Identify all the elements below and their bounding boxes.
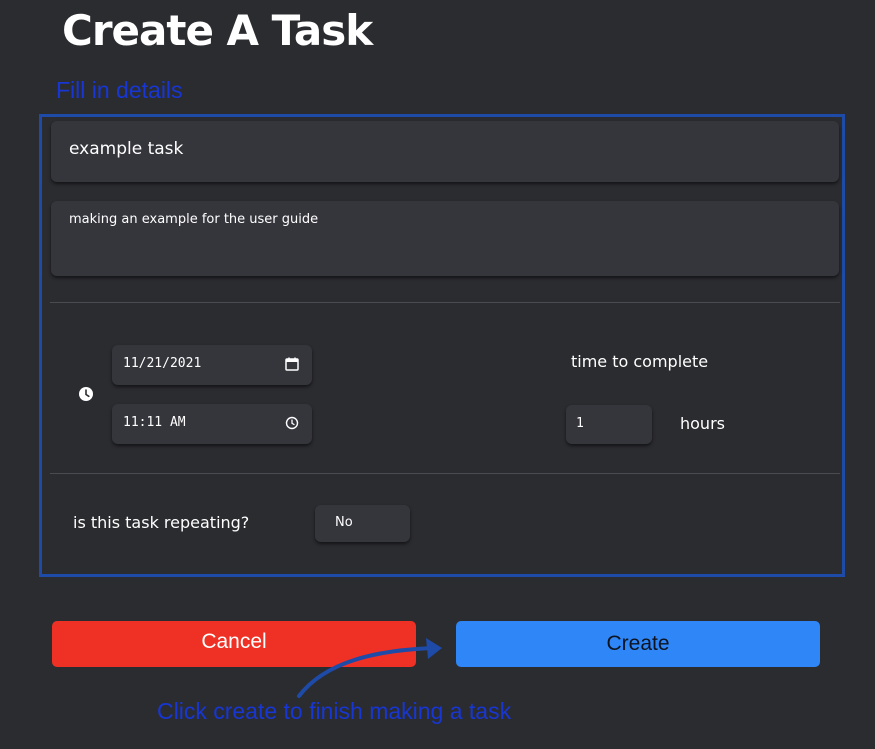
time-input[interactable]: 11:11 AM — [112, 404, 312, 444]
annotation-fill-in-details: Fill in details — [56, 77, 183, 103]
divider — [50, 473, 840, 474]
repeating-label: is this task repeating? — [73, 513, 250, 532]
annotation-click-create: Click create to finish making a task — [157, 698, 512, 724]
repeating-select[interactable]: No — [315, 505, 410, 542]
time-icon[interactable] — [284, 415, 300, 431]
page-title: Create A Task — [62, 6, 373, 55]
date-input[interactable]: 11/21/2021 — [112, 345, 312, 385]
task-description-input[interactable]: making an example for the user guide — [51, 201, 839, 276]
arrow-icon — [297, 638, 442, 698]
hours-label: hours — [680, 414, 725, 433]
calendar-icon[interactable] — [284, 356, 300, 372]
clock-icon — [79, 387, 93, 401]
date-value: 11/21/2021 — [123, 356, 202, 371]
task-name-input[interactable]: example task — [51, 121, 839, 182]
time-value: 11:11 AM — [123, 415, 186, 430]
hours-input[interactable]: 1 — [566, 405, 652, 444]
time-to-complete-label: time to complete — [571, 352, 709, 371]
divider — [50, 302, 840, 303]
create-button[interactable]: Create — [456, 621, 820, 667]
